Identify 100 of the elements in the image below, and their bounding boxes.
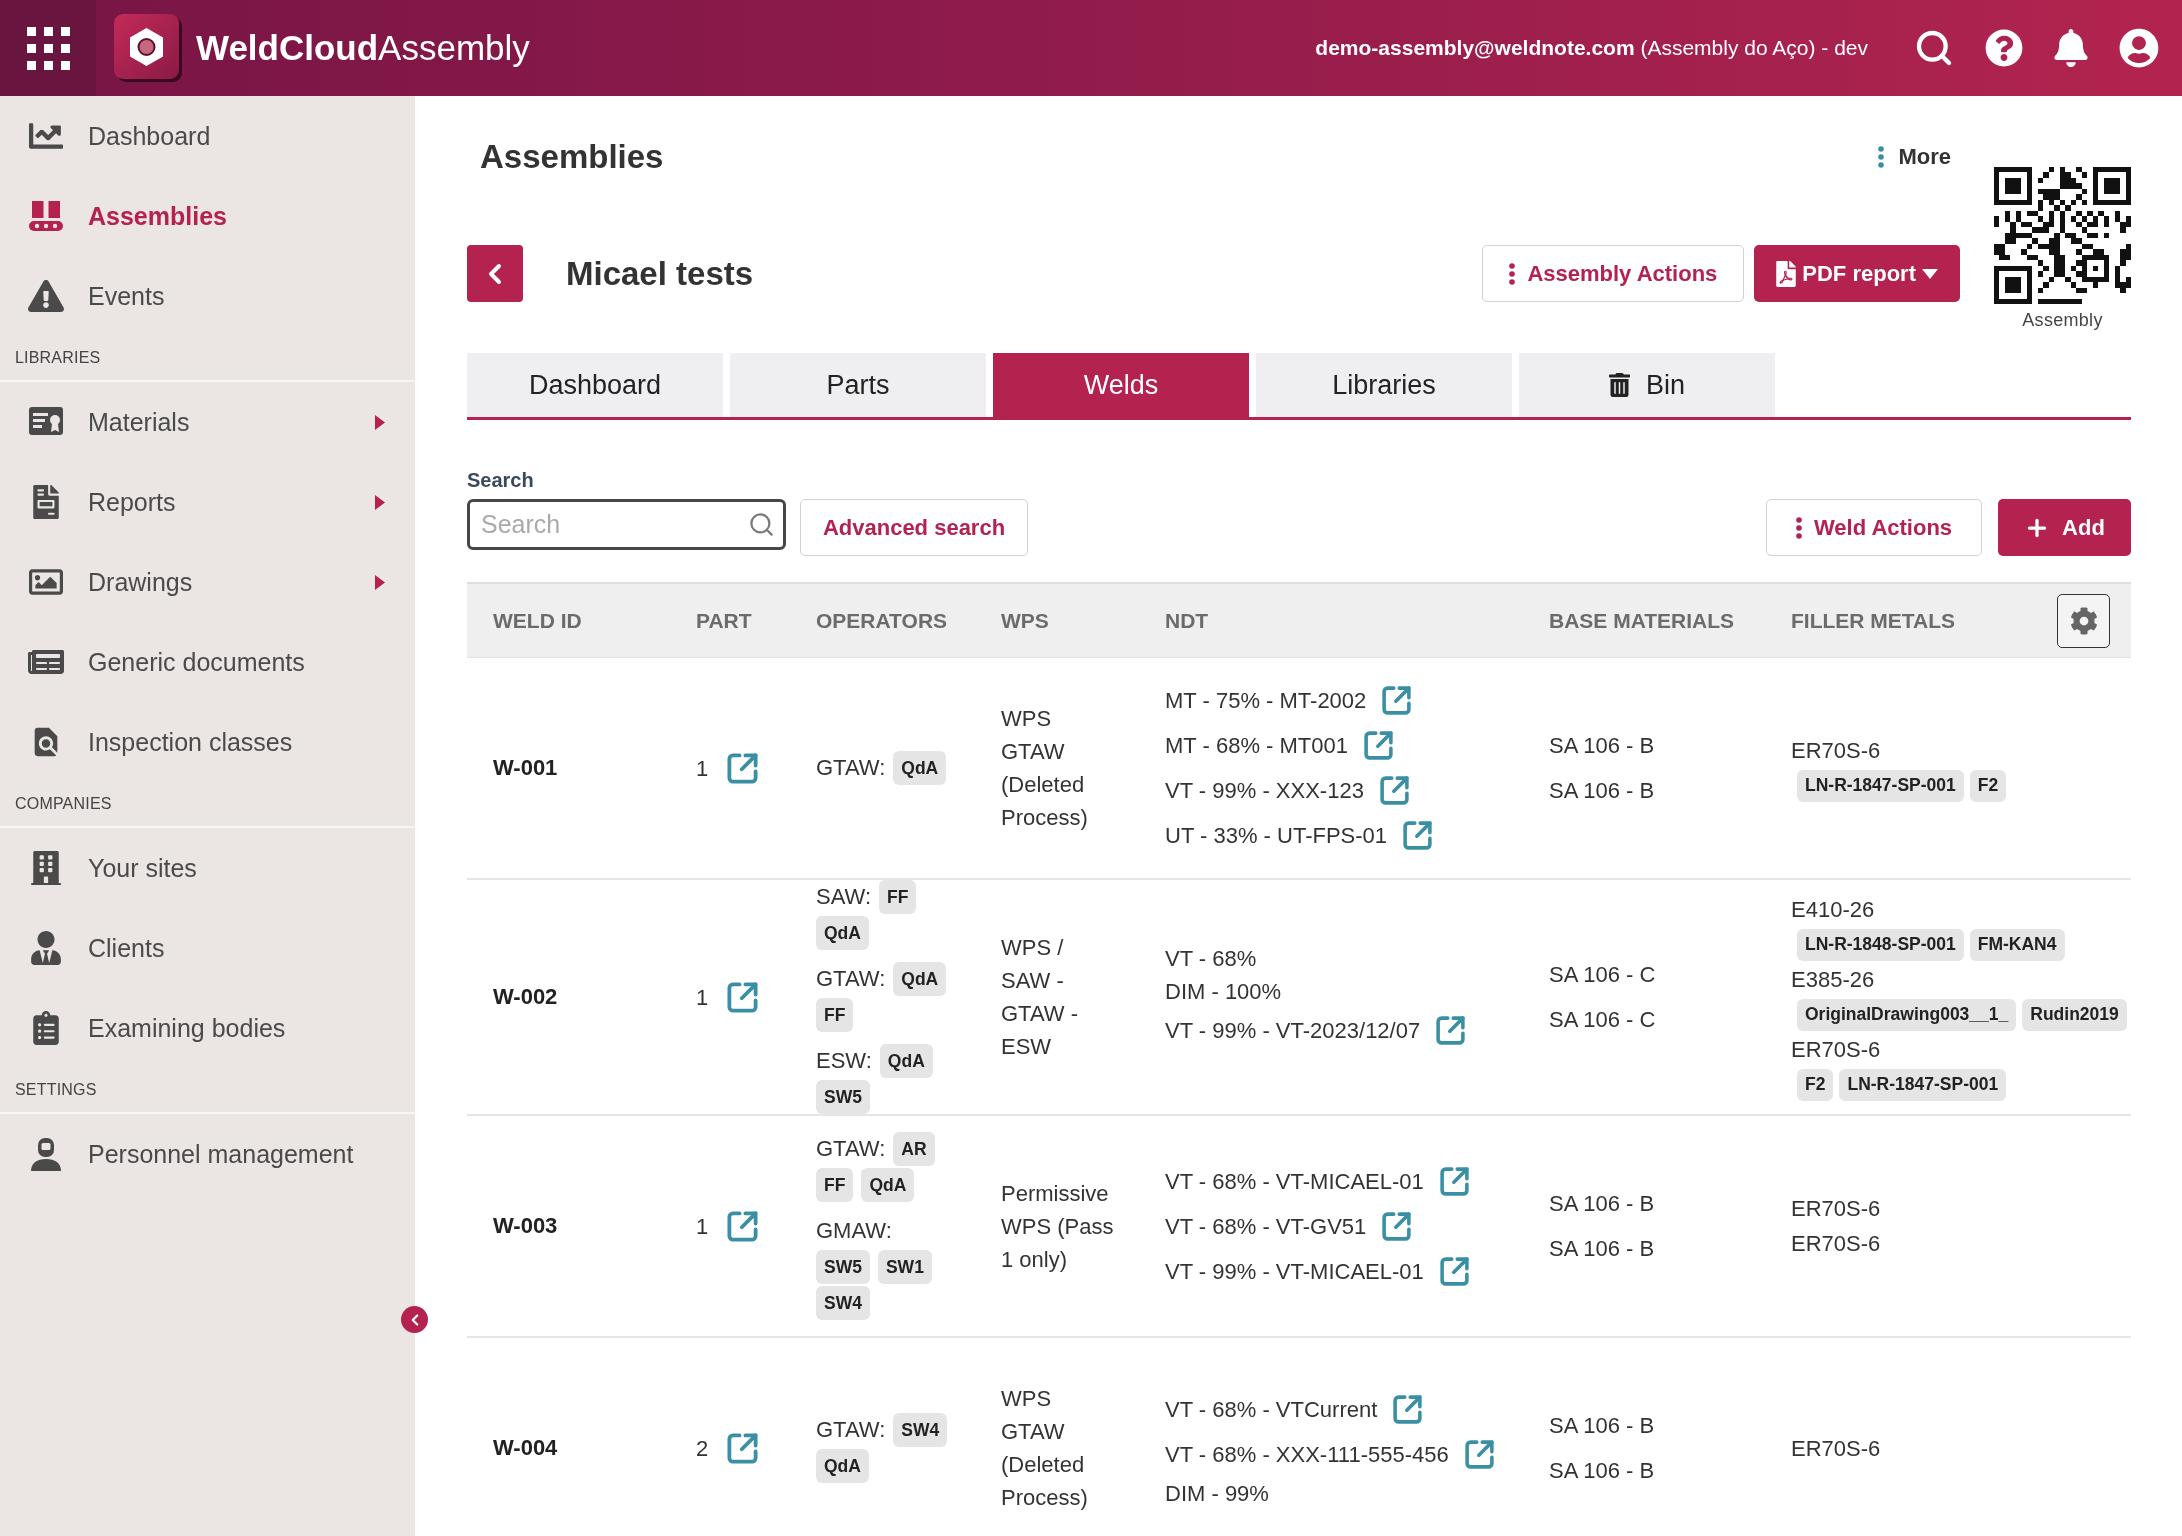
process-label: GTAW:	[816, 1135, 886, 1163]
nav-item[interactable]: Dashboard	[28, 119, 211, 153]
caret-right-icon[interactable]	[375, 414, 385, 430]
weld-id: W-003	[493, 1213, 558, 1239]
external-link-icon[interactable]	[1391, 1392, 1425, 1426]
pdf-report-button[interactable]: PDF report	[1754, 245, 1960, 302]
column-header: PART	[696, 608, 752, 633]
qr-caption: Assembly	[2022, 310, 2103, 331]
external-link-icon[interactable]	[1434, 1013, 1468, 1047]
app-logo	[114, 14, 182, 82]
collapse-sidebar-button[interactable]	[401, 1306, 428, 1333]
ndt-entry: DIM - 99%	[1165, 1479, 1269, 1508]
nav-item[interactable]: Personnel management	[28, 1137, 354, 1171]
apps-menu-button[interactable]	[0, 0, 96, 96]
assembly-actions-button[interactable]: Assembly Actions	[1482, 245, 1745, 302]
filler-metal: E385-26	[1791, 966, 1875, 994]
column-header: WELD ID	[493, 608, 582, 633]
filler-metal: E410-26	[1791, 896, 1875, 924]
trash-icon	[1609, 373, 1630, 397]
nav-item[interactable]: Materials	[28, 405, 190, 439]
ndt-entry: VT - 68% - VTCurrent	[1165, 1395, 1378, 1424]
nav-item[interactable]: Reports	[28, 485, 176, 519]
tab[interactable]: Bin	[1519, 353, 1775, 417]
help-icon[interactable]	[1985, 29, 2023, 67]
column-header: WPS	[1001, 608, 1049, 633]
external-link-icon[interactable]	[1377, 774, 1411, 807]
base-material: SA 106 - C	[1549, 961, 1656, 989]
base-material: SA 106 - B	[1549, 1190, 1655, 1218]
external-link-icon[interactable]	[1437, 1254, 1471, 1288]
column-settings-button[interactable]	[2057, 593, 2110, 648]
external-link-icon[interactable]	[1437, 1164, 1471, 1198]
person-tie-icon	[28, 931, 64, 965]
external-link-icon[interactable]	[725, 1430, 761, 1466]
building-icon	[28, 851, 64, 885]
nav-item[interactable]: Clients	[28, 931, 165, 965]
external-link-icon[interactable]	[725, 750, 761, 786]
external-link-icon[interactable]	[1401, 819, 1435, 852]
search-icon	[748, 511, 775, 538]
search-field[interactable]: Search	[467, 499, 786, 550]
process-label: ESW:	[816, 1047, 872, 1075]
external-link-icon[interactable]	[1462, 1437, 1496, 1471]
filler-metal: ER70S-6	[1791, 1036, 1881, 1064]
nav-item[interactable]: Your sites	[28, 851, 197, 885]
nav-item[interactable]: Generic documents	[28, 645, 305, 679]
external-link-icon[interactable]	[1380, 684, 1414, 717]
add-button[interactable]: Add	[1998, 499, 2131, 556]
tab[interactable]: Parts	[730, 353, 986, 417]
nav-item[interactable]: Events	[28, 279, 165, 313]
nav-item[interactable]: Drawings	[28, 565, 193, 599]
settings-icon	[2069, 606, 2098, 635]
weld-actions-button[interactable]: Weld Actions	[1766, 499, 1982, 556]
nav-item[interactable]: Inspection classes	[28, 725, 293, 759]
ndt-entry: MT - 75% - MT-2002	[1165, 687, 1367, 715]
search-icon[interactable]	[1914, 28, 1954, 68]
operator-tag: SW5	[816, 1250, 870, 1284]
external-link-icon[interactable]	[1380, 1209, 1414, 1243]
more-button[interactable]: More	[1878, 144, 1951, 170]
column-header: FILLER METALS	[1791, 608, 1956, 633]
external-link-icon[interactable]	[1362, 729, 1395, 762]
base-material: SA 106 - B	[1549, 1457, 1655, 1485]
external-link-icon[interactable]	[725, 979, 761, 1015]
pdf-file-icon	[1776, 260, 1797, 287]
base-material: SA 106 - B	[1549, 1235, 1655, 1263]
bell-icon[interactable]	[2054, 29, 2088, 67]
ndt-entry: DIM - 100%	[1165, 977, 1282, 1006]
user-avatar-icon[interactable]	[2119, 28, 2159, 68]
tab[interactable]: Libraries	[1256, 353, 1512, 417]
wps-name: WPS GTAW (Deleted Process)	[1001, 1385, 1089, 1512]
filler-tag: LN-R-1847-SP-001	[1839, 1068, 2007, 1101]
ndt-entry: VT - 68% - VT-MICAEL-01	[1165, 1167, 1424, 1196]
tab[interactable]: Dashboard	[467, 353, 723, 417]
caret-right-icon[interactable]	[375, 494, 385, 510]
nav-item[interactable]: Examining bodies	[28, 1011, 286, 1045]
part-number: 1	[696, 754, 709, 783]
filler-tag: F2	[1797, 1068, 1834, 1101]
advanced-search-button[interactable]: Advanced search	[800, 499, 1028, 556]
ndt-entry: MT - 68% - MT001	[1165, 732, 1348, 760]
operator-tag: SW1	[877, 1250, 932, 1284]
back-button[interactable]	[467, 245, 523, 302]
tab[interactable]: Welds	[993, 353, 1249, 417]
helmet-person-icon	[28, 1137, 64, 1171]
part-number: 1	[696, 1212, 709, 1241]
column-header: BASE MATERIALS	[1549, 608, 1735, 633]
wps-name: WPS / SAW - GTAW - ESW	[1001, 934, 1079, 1061]
page-title: Assemblies	[480, 138, 664, 176]
ndt-entry: UT - 33% - UT-FPS-01	[1165, 822, 1388, 850]
operator-tag: QdA	[893, 751, 947, 785]
section-heading: LIBRARIES	[15, 349, 101, 367]
grid-menu-icon[interactable]	[26, 26, 70, 70]
ndt-entry: VT - 99% - XXX-123	[1165, 777, 1364, 805]
operator-tag: QdA	[816, 916, 869, 950]
process-label: GTAW:	[816, 754, 886, 782]
operator-tag: QdA	[861, 1168, 915, 1202]
nav-item[interactable]: Assemblies	[28, 199, 227, 233]
external-link-icon[interactable]	[725, 1208, 761, 1244]
part-number: 2	[696, 1434, 709, 1463]
caret-right-icon[interactable]	[375, 574, 385, 590]
warning-icon	[28, 279, 64, 313]
vertical-dots-icon	[1795, 516, 1802, 539]
ndt-entry: VT - 68% - XXX-111-555-456	[1165, 1440, 1449, 1469]
